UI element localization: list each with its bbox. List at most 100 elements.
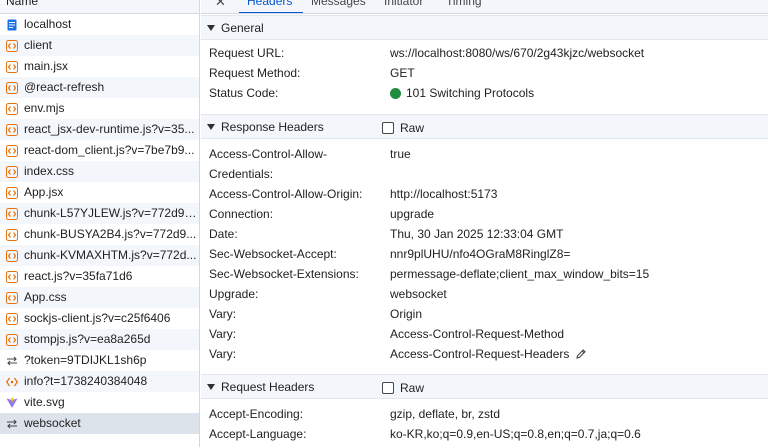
name-column-label: Name	[6, 0, 39, 8]
header-value[interactable]: upgrade	[390, 204, 434, 224]
request-item[interactable]: info?t=1738240384048	[0, 371, 199, 392]
websocket-icon	[6, 355, 18, 367]
script-icon	[6, 39, 18, 52]
request-item[interactable]: App.jsx	[0, 182, 199, 203]
raw-checkbox[interactable]	[382, 122, 394, 134]
expand-triangle-icon	[207, 24, 215, 31]
header-row: Vary: Origin	[201, 304, 768, 324]
request-item[interactable]: ?token=9TDIJKL1sh6p	[0, 350, 199, 371]
request-raw-toggle[interactable]: Raw	[382, 381, 424, 395]
request-name: info?t=1738240384048	[24, 374, 148, 388]
document-icon	[6, 19, 18, 31]
header-value-text: Access-Control-Request-Method	[390, 327, 565, 341]
header-row: Connection: upgrade	[201, 204, 768, 224]
header-value[interactable]: ko-KR,ko;q=0.9,en-US;q=0.8,en;q=0.7,ja;q…	[390, 424, 641, 444]
request-item[interactable]: client	[0, 35, 199, 56]
header-value[interactable]: Origin	[390, 304, 422, 324]
request-item[interactable]: chunk-KVMAXHTM.js?v=772d...	[0, 245, 199, 266]
request-item[interactable]: env.mjs	[0, 98, 199, 119]
websocket-icon	[6, 418, 18, 430]
raw-checkbox[interactable]	[382, 382, 394, 394]
header-value[interactable]: gzip, deflate, br, zstd	[390, 404, 500, 424]
header-value[interactable]: true	[390, 144, 411, 164]
tab-initiator[interactable]: Initiator	[384, 0, 423, 8]
request-name: localhost	[24, 17, 72, 31]
header-value[interactable]: websocket	[390, 284, 447, 304]
header-value-text: ws://localhost:8080/ws/670/2g43kjzc/webs…	[390, 46, 645, 60]
response-headers-title: Response Headers	[221, 119, 324, 134]
general-section-header[interactable]: General	[201, 15, 768, 40]
tab-timing[interactable]: Timing	[446, 0, 482, 8]
header-value[interactable]: Access-Control-Request-Method	[390, 324, 564, 344]
header-value[interactable]: GET	[390, 63, 415, 83]
request-item[interactable]: index.css	[0, 161, 199, 182]
header-value[interactable]: 101 Switching Protocols	[390, 83, 534, 103]
request-item[interactable]: react.js?v=35fa71d6	[0, 266, 199, 287]
request-item[interactable]: chunk-L57YJLEW.js?v=772d95...	[0, 203, 199, 224]
tab-headers[interactable]: Headers	[247, 0, 292, 8]
header-value-text: 101 Switching Protocols	[406, 86, 535, 100]
request-item[interactable]: chunk-BUSYA2B4.js?v=772d9...	[0, 224, 199, 245]
request-rows: localhost client main.jsx @react-refresh env…	[0, 14, 199, 434]
header-key: Connection:	[209, 207, 274, 221]
request-name: react.js?v=35fa71d6	[24, 269, 133, 283]
request-name: chunk-L57YJLEW.js?v=772d95...	[24, 206, 199, 220]
header-row: Sec-Websocket-Accept: nnr9plUHU/nfo4OGraM…	[201, 244, 768, 264]
header-key: Status Code:	[209, 86, 279, 100]
header-key: Credentials:	[209, 167, 274, 181]
header-row: Access-Control-Allow-Origin: http://local…	[201, 184, 768, 204]
request-name: chunk-KVMAXHTM.js?v=772d...	[24, 248, 197, 262]
request-name: websocket	[24, 416, 81, 430]
request-item[interactable]: vite.svg	[0, 392, 199, 413]
script-icon	[6, 312, 18, 325]
name-column-header[interactable]: Name	[0, 0, 199, 14]
script-icon	[6, 249, 18, 262]
request-name: vite.svg	[24, 395, 65, 409]
header-key: Vary:	[209, 347, 237, 361]
header-row: Sec-Websocket-Extensions: permessage-defl…	[201, 264, 768, 284]
header-value[interactable]: http://localhost:5173	[390, 184, 497, 204]
request-name: App.jsx	[24, 185, 64, 199]
request-name: react-dom_client.js?v=7be7b9...	[24, 143, 195, 157]
header-row: Vary: Access-Control-Request-Method	[201, 324, 768, 344]
header-row: Accept-Language: ko-KR,ko;q=0.9,en-US;q=0…	[201, 424, 768, 444]
header-value[interactable]: nnr9plUHU/nfo4OGraM8RinglZ8=	[390, 244, 570, 264]
response-raw-toggle[interactable]: Raw	[382, 121, 424, 135]
request-item[interactable]: sockjs-client.js?v=c25f6406	[0, 308, 199, 329]
tab-messages[interactable]: Messages	[311, 0, 366, 8]
request-item[interactable]: main.jsx	[0, 56, 199, 77]
header-value[interactable]: Access-Control-Request-Headers	[390, 344, 587, 364]
header-row: Credentials:	[201, 164, 768, 184]
request-item[interactable]: websocket	[0, 413, 199, 434]
response-headers-section-header[interactable]: Response Headers Raw	[201, 114, 768, 139]
header-row: Vary: Access-Control-Request-Headers	[201, 344, 768, 364]
header-value[interactable]: ws://localhost:8080/ws/670/2g43kjzc/webs…	[390, 43, 644, 63]
header-value[interactable]: Thu, 30 Jan 2025 12:33:04 GMT	[390, 224, 563, 244]
request-item[interactable]: react_jsx-dev-runtime.js?v=35...	[0, 119, 199, 140]
request-item[interactable]: stompjs.js?v=ea8a265d	[0, 329, 199, 350]
request-item[interactable]: @react-refresh	[0, 77, 199, 98]
header-key: Request URL:	[209, 46, 285, 60]
header-value[interactable]: permessage-deflate;client_max_window_bit…	[390, 264, 649, 284]
request-item[interactable]: localhost	[0, 14, 199, 35]
request-item[interactable]: react-dom_client.js?v=7be7b9...	[0, 140, 199, 161]
request-item[interactable]: App.css	[0, 287, 199, 308]
header-key: Request Method:	[209, 66, 301, 80]
header-row: Access-Control-Allow-true	[201, 144, 768, 164]
header-value-text: Thu, 30 Jan 2025 12:33:04 GMT	[390, 227, 564, 241]
expand-triangle-icon	[207, 383, 215, 390]
script-icon	[6, 207, 18, 220]
request-headers-section-header[interactable]: Request Headers Raw	[201, 374, 768, 399]
edit-pencil-icon[interactable]	[575, 348, 587, 360]
header-value-text: http://localhost:5173	[390, 187, 498, 201]
script-icon	[6, 291, 18, 304]
header-value-text: websocket	[390, 287, 447, 301]
close-icon[interactable]: ✕	[215, 0, 226, 10]
fetch-icon	[6, 376, 18, 388]
header-key: Upgrade:	[209, 287, 259, 301]
header-value-text: nnr9plUHU/nfo4OGraM8RinglZ8=	[390, 247, 571, 261]
request-name: App.css	[24, 290, 67, 304]
header-row: Accept-Encoding: gzip, deflate, br, zstd	[201, 404, 768, 424]
header-value-text: true	[390, 147, 411, 161]
header-value-text: ko-KR,ko;q=0.9,en-US;q=0.8,en;q=0.7,ja;q…	[390, 427, 641, 441]
